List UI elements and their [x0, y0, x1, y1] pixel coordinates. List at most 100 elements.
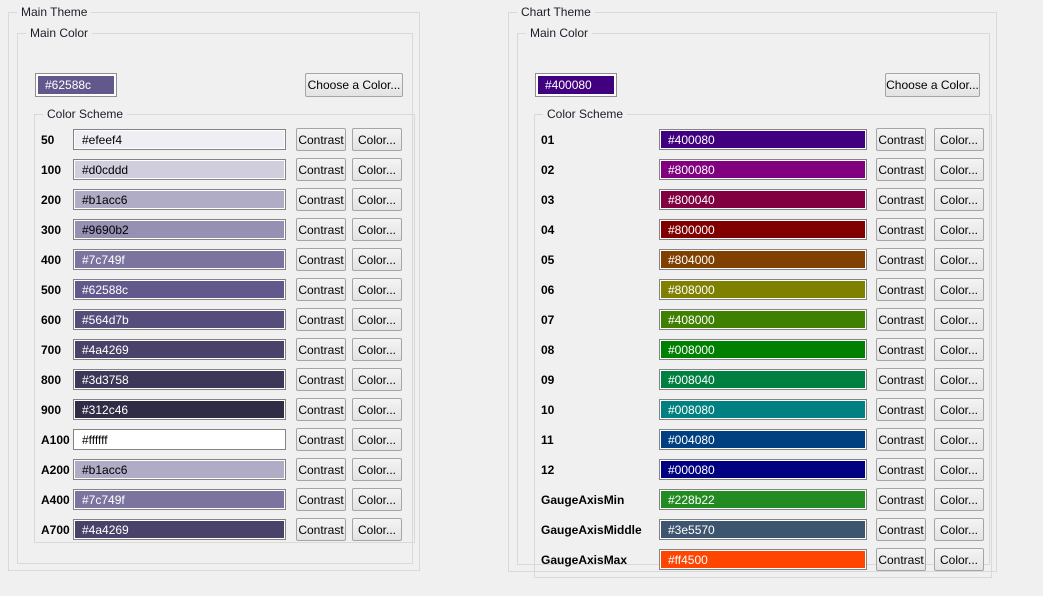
- color-scheme-row: 04 #800000 Contrast Color...: [535, 215, 991, 245]
- color-scheme-row: 07 #408000 Contrast Color...: [535, 305, 991, 335]
- color-scheme-row: GaugeAxisMin #228b22 Contrast Color...: [535, 485, 991, 515]
- choose-color-button[interactable]: Choose a Color...: [305, 73, 403, 97]
- scheme-row-label: 06: [541, 283, 554, 297]
- group-title: Chart Theme: [517, 5, 595, 19]
- color-hex-value: #008080: [668, 403, 715, 417]
- color-button[interactable]: Color...: [934, 488, 984, 511]
- contrast-button[interactable]: Contrast: [296, 308, 346, 331]
- color-swatch: #4a4269: [73, 339, 286, 360]
- color-button[interactable]: Color...: [934, 218, 984, 241]
- color-button[interactable]: Color...: [934, 548, 984, 571]
- color-button[interactable]: Color...: [934, 158, 984, 181]
- color-button[interactable]: Color...: [352, 338, 402, 361]
- color-button[interactable]: Color...: [352, 158, 402, 181]
- contrast-button[interactable]: Contrast: [876, 398, 926, 421]
- color-scheme-row: 08 #008000 Contrast Color...: [535, 335, 991, 365]
- scheme-row-label: 02: [541, 163, 554, 177]
- color-hex-value: #004080: [668, 433, 715, 447]
- color-button[interactable]: Color...: [352, 128, 402, 151]
- contrast-button[interactable]: Contrast: [296, 128, 346, 151]
- color-button[interactable]: Color...: [352, 308, 402, 331]
- contrast-button[interactable]: Contrast: [296, 458, 346, 481]
- color-button[interactable]: Color...: [934, 338, 984, 361]
- color-hex-value: #3d3758: [82, 373, 129, 387]
- color-swatch: #efeef4: [73, 129, 286, 150]
- color-scheme-row: 700 #4a4269 Contrast Color...: [35, 335, 414, 365]
- color-scheme-row: 11 #004080 Contrast Color...: [535, 425, 991, 455]
- color-button[interactable]: Color...: [934, 188, 984, 211]
- contrast-button[interactable]: Contrast: [876, 158, 926, 181]
- contrast-button[interactable]: Contrast: [876, 548, 926, 571]
- color-hex-value: #b1acc6: [82, 193, 127, 207]
- contrast-button[interactable]: Contrast: [876, 338, 926, 361]
- color-button[interactable]: Color...: [352, 428, 402, 451]
- color-button[interactable]: Color...: [934, 428, 984, 451]
- scheme-row-label: 300: [41, 223, 61, 237]
- contrast-button[interactable]: Contrast: [296, 398, 346, 421]
- color-scheme-row: 800 #3d3758 Contrast Color...: [35, 365, 414, 395]
- color-scheme-group: Color Scheme 01 #400080 Contrast Color..…: [534, 114, 992, 578]
- group-title: Main Color: [526, 26, 592, 40]
- color-swatch: #808000: [659, 279, 867, 300]
- color-button[interactable]: Color...: [934, 248, 984, 271]
- contrast-button[interactable]: Contrast: [876, 368, 926, 391]
- color-button[interactable]: Color...: [352, 458, 402, 481]
- contrast-button[interactable]: Contrast: [876, 518, 926, 541]
- color-button[interactable]: Color...: [934, 128, 984, 151]
- contrast-button[interactable]: Contrast: [296, 368, 346, 391]
- color-hex-value: #4a4269: [82, 343, 129, 357]
- main-color-value: #400080: [545, 78, 592, 92]
- color-swatch: #b1acc6: [73, 189, 286, 210]
- color-button[interactable]: Color...: [352, 218, 402, 241]
- contrast-button[interactable]: Contrast: [296, 518, 346, 541]
- contrast-button[interactable]: Contrast: [296, 218, 346, 241]
- contrast-button[interactable]: Contrast: [296, 278, 346, 301]
- main-color-swatch: #62588c: [35, 73, 117, 97]
- color-button[interactable]: Color...: [352, 368, 402, 391]
- contrast-button[interactable]: Contrast: [296, 188, 346, 211]
- color-button[interactable]: Color...: [352, 518, 402, 541]
- contrast-button[interactable]: Contrast: [296, 428, 346, 451]
- color-button[interactable]: Color...: [934, 518, 984, 541]
- color-button[interactable]: Color...: [934, 308, 984, 331]
- color-swatch: #408000: [659, 309, 867, 330]
- contrast-button[interactable]: Contrast: [876, 128, 926, 151]
- color-button[interactable]: Color...: [934, 368, 984, 391]
- scheme-row-label: 12: [541, 463, 554, 477]
- color-button[interactable]: Color...: [934, 458, 984, 481]
- contrast-button[interactable]: Contrast: [296, 248, 346, 271]
- main-theme-group: Main Theme Main Color #62588c Choose a C…: [8, 12, 420, 571]
- contrast-button[interactable]: Contrast: [876, 248, 926, 271]
- contrast-button[interactable]: Contrast: [296, 488, 346, 511]
- color-button[interactable]: Color...: [352, 488, 402, 511]
- color-hex-value: #ff4500: [668, 553, 708, 567]
- contrast-button[interactable]: Contrast: [876, 458, 926, 481]
- color-swatch: #804000: [659, 249, 867, 270]
- color-hex-value: #b1acc6: [82, 463, 127, 477]
- scheme-row-label: 200: [41, 193, 61, 207]
- contrast-button[interactable]: Contrast: [296, 158, 346, 181]
- choose-color-button[interactable]: Choose a Color...: [885, 73, 980, 97]
- color-button[interactable]: Color...: [934, 278, 984, 301]
- scheme-row-label: GaugeAxisMin: [541, 493, 624, 507]
- color-scheme-row: 500 #62588c Contrast Color...: [35, 275, 414, 305]
- color-button[interactable]: Color...: [352, 398, 402, 421]
- scheme-row-label: A700: [41, 523, 70, 537]
- contrast-button[interactable]: Contrast: [296, 338, 346, 361]
- contrast-button[interactable]: Contrast: [876, 488, 926, 511]
- contrast-button[interactable]: Contrast: [876, 218, 926, 241]
- scheme-row-label: 03: [541, 193, 554, 207]
- contrast-button[interactable]: Contrast: [876, 308, 926, 331]
- color-button[interactable]: Color...: [352, 188, 402, 211]
- color-swatch: #b1acc6: [73, 459, 286, 480]
- color-hex-value: #9690b2: [82, 223, 129, 237]
- color-button[interactable]: Color...: [352, 248, 402, 271]
- color-button[interactable]: Color...: [352, 278, 402, 301]
- color-hex-value: #800000: [668, 223, 715, 237]
- contrast-button[interactable]: Contrast: [876, 428, 926, 451]
- contrast-button[interactable]: Contrast: [876, 278, 926, 301]
- color-hex-value: #008000: [668, 343, 715, 357]
- color-hex-value: #7c749f: [82, 493, 125, 507]
- color-button[interactable]: Color...: [934, 398, 984, 421]
- contrast-button[interactable]: Contrast: [876, 188, 926, 211]
